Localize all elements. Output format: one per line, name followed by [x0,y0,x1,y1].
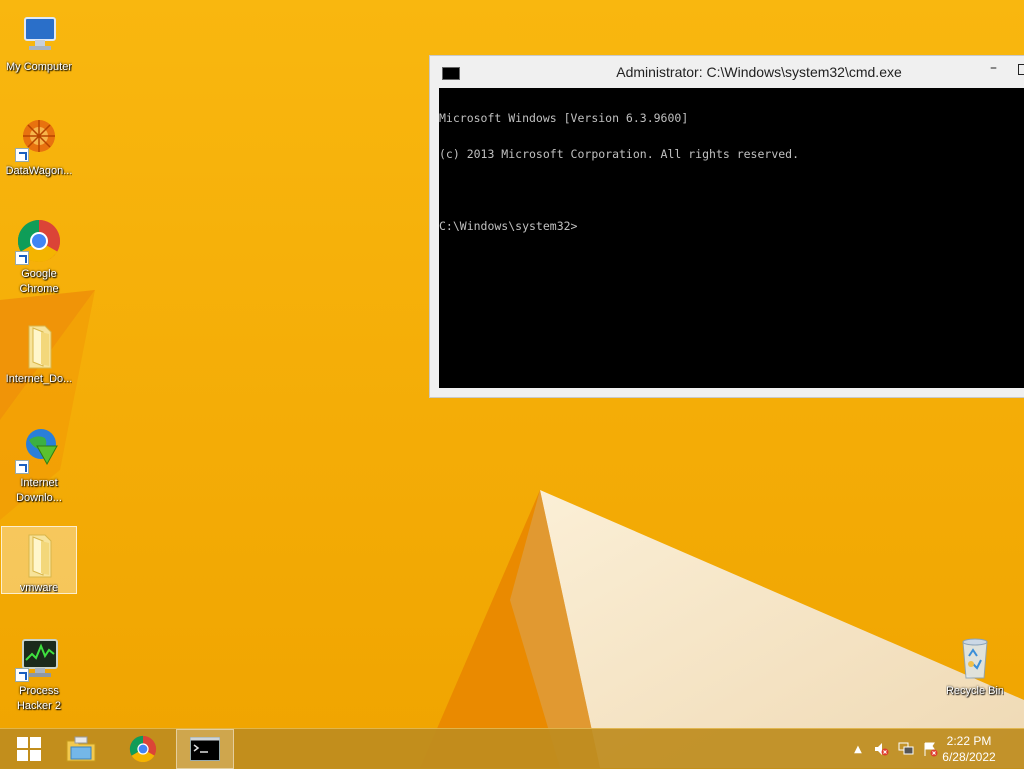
console-output[interactable]: Microsoft Windows [Version 6.3.9600] (c)… [439,88,1024,388]
clock-time: 2:22 PM [946,734,992,748]
desktop-icon-internet-do-folder[interactable]: Internet_Do... [1,318,77,388]
shortcut-arrow-icon [15,668,29,682]
taskbar-clock[interactable]: 2:22 PM 6/28/2022 [934,733,1004,765]
desktop-icon-label: Google Chrome [19,268,59,295]
taskbar-cmd-button[interactable] [176,729,234,769]
window-titlebar[interactable]: Administrator: C:\Windows\system32\cmd.e… [430,56,1024,88]
volume-muted-icon[interactable] [873,741,889,757]
process-hacker-icon [15,634,63,682]
minimize-button[interactable]: – [990,61,1004,76]
console-line: Microsoft Windows [Version 6.3.9600] [439,111,689,125]
folder-icon [15,322,63,370]
clock-date: 6/28/2022 [942,750,996,764]
folder-icon [15,531,63,579]
desktop-icon-google-chrome[interactable]: Google Chrome [1,213,77,301]
desktop-icon-vmware-folder[interactable]: vmware [1,526,77,594]
computer-icon [15,10,63,58]
chrome-icon [129,735,157,763]
desktop-icon-label: vmware [19,582,59,593]
start-button[interactable] [0,729,58,769]
desktop-icon-process-hacker[interactable]: Process Hacker 2 [1,630,77,714]
windows-logo-icon [17,737,41,761]
desktop-icon-label: Recycle Bin [945,685,1005,697]
shortcut-arrow-icon [15,148,29,162]
network-icon[interactable] [898,741,914,757]
show-hidden-icons-chevron-icon[interactable]: ▲ [850,741,866,757]
window-title: Administrator: C:\Windows\system32\cmd.e… [616,64,902,80]
console-line: (c) 2013 Microsoft Corporation. All righ… [439,147,800,161]
console-prompt: C:\Windows\system32> [439,219,578,233]
recycle-bin-icon [951,634,999,682]
chrome-icon [15,217,63,265]
desktop-icon-label: My Computer [5,61,73,73]
taskbar: ▲ 2:22 PM 6/28/2022 [0,728,1024,769]
desktop-icon-recycle-bin[interactable]: Recycle Bin [937,630,1013,700]
cmd-window[interactable]: Administrator: C:\Windows\system32\cmd.e… [429,55,1024,398]
desktop-icon-my-computer[interactable]: My Computer [1,6,77,76]
taskbar-chrome-button[interactable] [114,729,172,769]
desktop-icon-label: Process Hacker 2 [16,685,62,712]
desktop-icon-label: Internet_Do... [5,373,73,385]
cmd-icon [190,737,220,761]
desktop-icon-internet-download-manager[interactable]: Internet Downlo... [1,422,77,508]
desktop-icon-datawagon[interactable]: DataWagon... [1,110,77,180]
file-explorer-icon [66,736,96,762]
idm-icon [15,426,63,474]
shortcut-arrow-icon [15,460,29,474]
shortcut-arrow-icon [15,251,29,265]
maximize-button[interactable] [1018,64,1024,75]
desktop-icon-label: Internet Downlo... [16,477,62,504]
taskbar-file-explorer-button[interactable] [52,729,110,769]
desktop-icon-label: DataWagon... [5,165,73,177]
datawagon-icon [15,114,63,162]
